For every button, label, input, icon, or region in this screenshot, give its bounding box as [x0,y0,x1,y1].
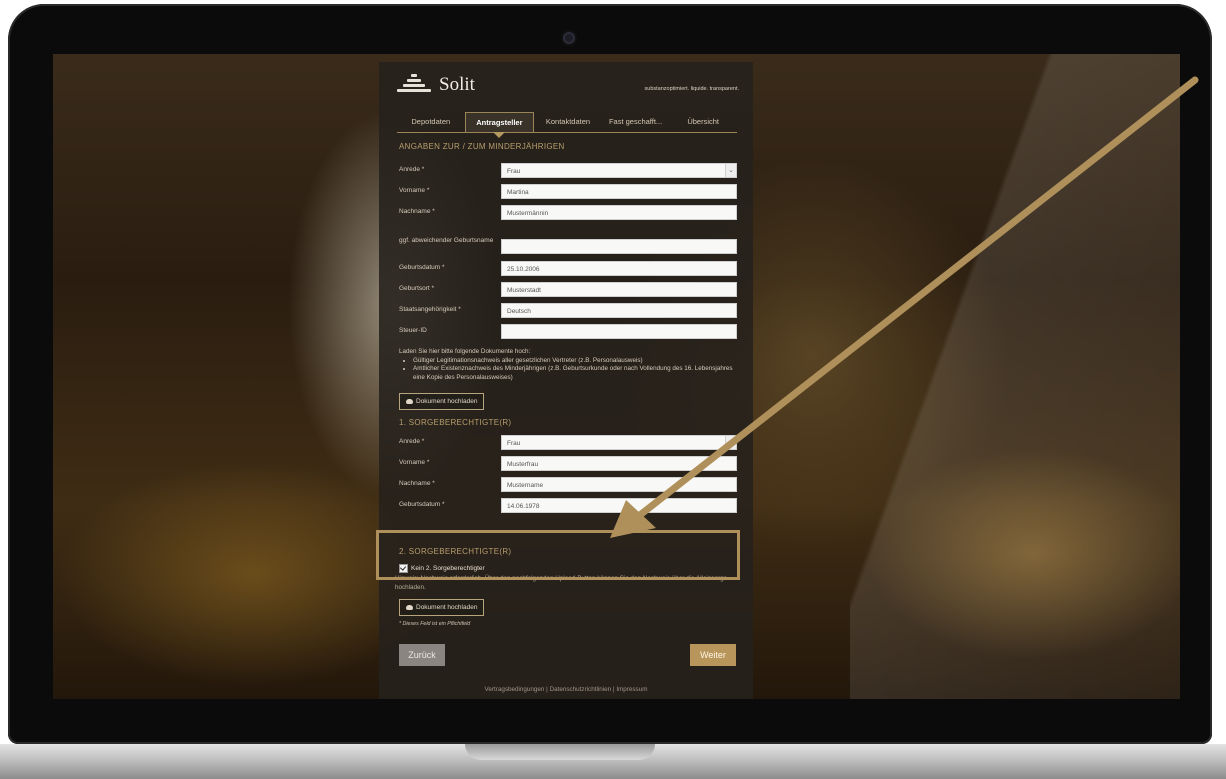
field-label: Geburtsdatum * [399,501,445,508]
geburtsname-input[interactable] [501,238,737,254]
field-label: Nachname * [399,208,435,215]
row-vorname: Vorname * Martina [399,183,737,199]
tab-uebersicht[interactable]: Übersicht [669,112,737,132]
row-geburtsort: Geburtsort * Musterstadt [399,281,737,297]
tab-kontaktdaten[interactable]: Kontaktdaten [534,112,602,132]
row-g1-anrede: Anrede * Frau ⌄ [399,434,737,450]
field-label: Nachname * [399,480,435,487]
field-label: Anrede * [399,166,425,173]
geburtsort-input[interactable]: Musterstadt [501,281,737,297]
tab-fast-geschafft[interactable]: Fast geschafft... [602,112,670,132]
steuer-id-input[interactable] [501,323,737,339]
pyramid-logo-icon [397,74,431,96]
select-value: Frau [507,167,521,175]
laptop-notch [465,744,655,760]
field-label: Geburtsdatum * [399,264,445,271]
list-item: Gültiger Legitimationsnachweis aller ges… [413,357,739,366]
screen-glare [850,54,1180,699]
documents-list: Gültiger Legitimationsnachweis aller ges… [399,357,739,383]
g1-nachname-input[interactable]: Mustername [501,476,737,492]
chevron-down-icon: ⌄ [725,163,736,177]
tab-antragsteller[interactable]: Antragsteller [464,112,535,138]
field-label: Steuer-ID [399,327,427,334]
step-tabs: Depotdaten Antragsteller Kontaktdaten Fa… [397,112,737,138]
logo-name: Solit [439,74,475,95]
row-g1-geburtsdatum: Geburtsdatum * 14.06.1978 [399,497,737,513]
row-geburtsdatum: Geburtsdatum * 25.10.2006 [399,260,737,276]
footer-link-imprint[interactable]: Impressum [616,686,647,693]
screen: Solit substanzoptimiert. liquide. transp… [53,54,1180,699]
footer-separator: | [546,686,548,693]
vorname-input[interactable]: Martina [501,183,737,199]
list-item: Amtlicher Existenznachweis des Minderjäh… [413,365,739,382]
select-value: Frau [507,439,521,447]
field-label: Staatsangehörigkeit * [399,306,461,313]
footer-link-privacy[interactable]: Datenschutzrichtlinien [550,686,612,693]
caret-down-icon [493,132,506,138]
footer-link-terms[interactable]: Vertragsbedingungen [485,686,545,693]
row-g1-nachname: Nachname * Mustername [399,476,737,492]
tab-depotdaten[interactable]: Depotdaten [397,112,465,132]
field-label: ggf. abweichender Geburtsname [399,237,494,244]
field-label: Anrede * [399,438,425,445]
row-g1-vorname: Vorname * Musterfrau [399,455,737,471]
upload-custody-proof-button[interactable]: Dokument hochladen [399,599,485,616]
g1-vorname-input[interactable]: Musterfrau [501,455,737,471]
required-note: * Dieses Feld ist ein Pflichtfeld [399,621,471,627]
staatsangehoerigkeit-input[interactable]: Deutsch [501,302,737,318]
cloud-upload-icon [406,604,413,610]
upload-document-button[interactable]: Dokument hochladen [399,393,485,410]
back-button[interactable]: Zurück [399,644,445,666]
row-anrede: Anrede * Frau ⌄ [399,162,737,178]
next-button[interactable]: Weiter [690,644,736,666]
highlight-box [376,530,740,580]
g1-anrede-select[interactable]: Frau ⌄ [501,434,737,450]
upload-label: Dokument hochladen [416,398,478,405]
row-staatsangehoerigkeit: Staatsangehörigkeit * Deutsch [399,302,737,318]
footer-separator: | [612,686,615,693]
field-label: Vorname * [399,187,430,194]
nachname-input[interactable]: Mustermännin [501,204,737,220]
laptop-lid: Solit substanzoptimiert. liquide. transp… [8,4,1212,744]
upload-label: Dokument hochladen [416,604,478,611]
camera-icon [563,32,575,44]
g1-geburtsdatum-input[interactable]: 14.06.1978 [501,497,737,513]
field-label: Geburtsort * [399,285,435,292]
chevron-down-icon: ⌄ [725,435,736,449]
field-label: Vorname * [399,459,430,466]
row-geburtsname: ggf. abweichender Geburtsname [399,230,737,254]
row-steuer-id: Steuer-ID [399,323,737,339]
form-panel: Solit substanzoptimiert. liquide. transp… [379,62,753,699]
anrede-select[interactable]: Frau ⌄ [501,162,737,178]
documents-info: Laden Sie hier bitte folgende Dokumente … [399,348,739,382]
tagline: substanzoptimiert. liquide. transparent. [644,86,739,92]
row-nachname: Nachname * Mustermännin [399,204,737,220]
cloud-upload-icon [406,398,413,404]
logo: Solit [397,74,475,96]
documents-intro: Laden Sie hier bitte folgende Dokumente … [399,348,531,355]
geburtsdatum-input[interactable]: 25.10.2006 [501,260,737,276]
section-title-minor: ANGABEN ZUR / ZUM MINDERJÄHRIGEN [399,142,565,151]
footer-links: Vertragsbedingungen | Datenschutzrichtli… [379,686,753,693]
section-title-guardian1: 1. SORGEBERECHTIGTE(R) [399,418,512,427]
tab-label: Antragsteller [476,118,523,127]
